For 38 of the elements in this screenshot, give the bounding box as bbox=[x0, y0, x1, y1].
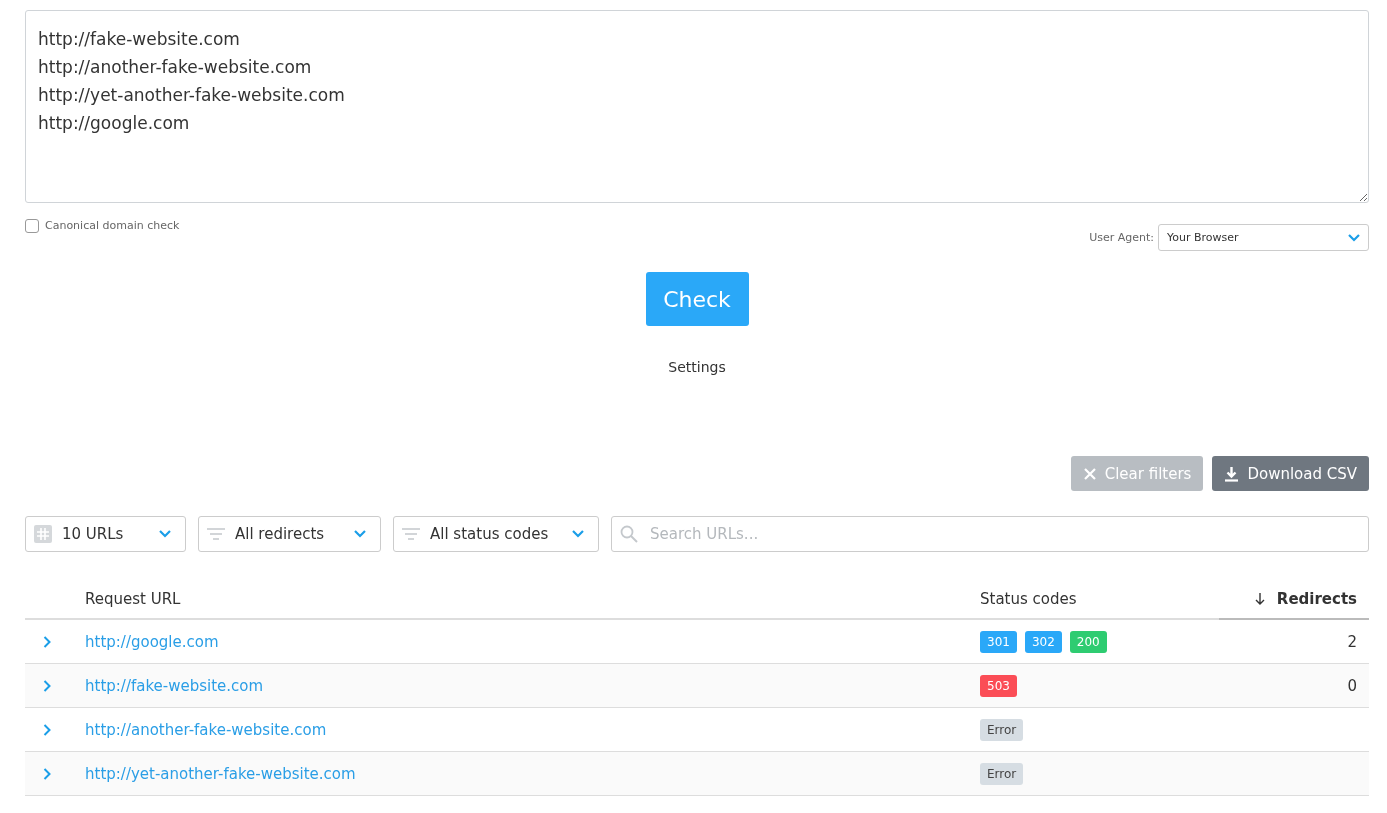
column-header[interactable]: Request URL bbox=[85, 590, 181, 608]
sort-arrow-icon bbox=[1254, 593, 1265, 605]
page-size-select[interactable]: 10 URLs bbox=[25, 516, 186, 552]
url-input-field[interactable]: http://fake-website.com http://another-fake-website.com http://yet-another-fake-website.com http://google.com bbox=[25, 10, 1369, 203]
chevron-down-icon bbox=[1348, 233, 1360, 242]
column-header[interactable]: Redirects bbox=[1254, 590, 1357, 608]
search-icon bbox=[620, 525, 638, 543]
user-agent-label: User Agent: bbox=[1089, 231, 1154, 244]
search-field[interactable]: Search URLs... bbox=[611, 516, 1369, 552]
expand-chevron-icon[interactable] bbox=[43, 767, 51, 780]
filter-select[interactable]: All status codes bbox=[393, 516, 599, 552]
canonical-label: Canonical domain check bbox=[45, 219, 180, 232]
search-input[interactable]: Search URLs... bbox=[648, 524, 1360, 544]
column-header[interactable]: Status codes bbox=[980, 590, 1077, 608]
chevron-down-icon bbox=[354, 530, 366, 538]
close-icon bbox=[1082, 466, 1097, 481]
filter-select[interactable]: All redirects bbox=[198, 516, 381, 552]
status-code-badge: Error bbox=[980, 718, 1024, 741]
redirect-count: 2 bbox=[1347, 632, 1357, 651]
chevron-down-icon bbox=[159, 530, 171, 538]
user-agent-select[interactable]: Your Browser bbox=[1158, 224, 1369, 251]
chevron-down-icon bbox=[572, 530, 584, 538]
status-code-badge: 301 bbox=[980, 630, 1017, 653]
canonical-checkbox[interactable] bbox=[25, 219, 39, 233]
filter-icon bbox=[207, 528, 225, 540]
settings-link[interactable]: Settings bbox=[668, 359, 726, 375]
expand-chevron-icon[interactable] bbox=[43, 679, 51, 692]
expand-chevron-icon[interactable] bbox=[43, 723, 51, 736]
redirect-count: 0 bbox=[1347, 676, 1357, 695]
expand-chevron-icon[interactable] bbox=[43, 635, 51, 648]
download-csv-button[interactable]: Download CSV bbox=[1212, 456, 1369, 491]
filter-icon bbox=[402, 528, 420, 540]
hash-icon bbox=[34, 525, 52, 543]
status-code-badge: 302 bbox=[1024, 630, 1062, 653]
status-code-badge: Error bbox=[980, 762, 1024, 785]
status-code-badge: 503 bbox=[980, 674, 1017, 697]
status-code-badge: 200 bbox=[1069, 630, 1107, 653]
download-icon bbox=[1224, 465, 1240, 482]
